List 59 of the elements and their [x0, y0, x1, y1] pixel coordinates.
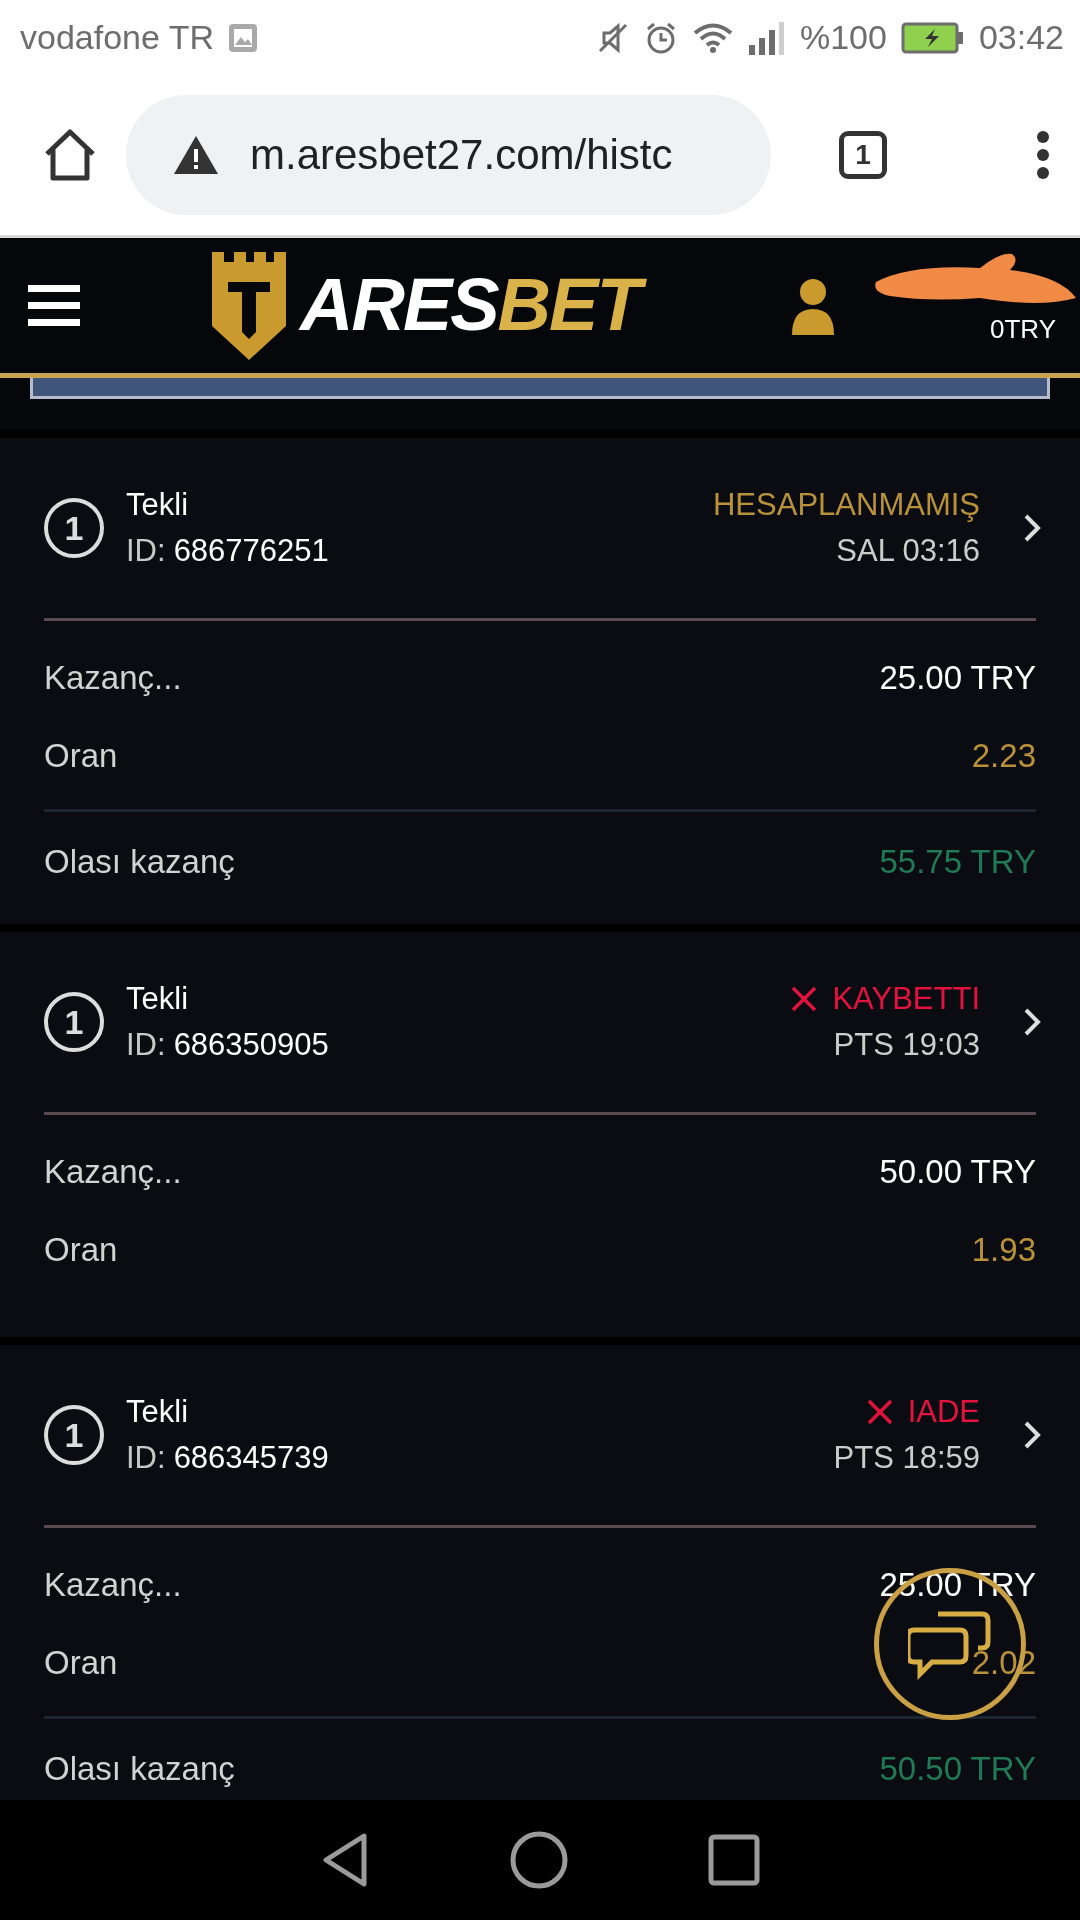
bet-type: Tekli: [126, 1394, 189, 1430]
brand-logo: ARESBET: [296, 261, 654, 350]
url-text: m.aresbet27.com/histc: [250, 131, 673, 179]
recents-icon[interactable]: [708, 1834, 760, 1886]
row-value: 1.93: [971, 1231, 1036, 1269]
count-badge: 1: [44, 1405, 104, 1465]
bet-status: IADE: [907, 1394, 980, 1430]
bet-status: KAYBETTI: [832, 981, 980, 1017]
battery-percent: %100: [799, 18, 887, 57]
id-label: ID:: [126, 1027, 166, 1063]
bet-card[interactable]: 1 Tekli ID: 686776251 HESAPLANMAMIŞ SAL 03:16 Kazanç... 25.00 TRY Oran 2.23 Olası kazanç 55.75 TRY: [0, 438, 1080, 924]
id-label: ID:: [126, 533, 166, 569]
back-icon[interactable]: [320, 1832, 370, 1888]
row-value: 25.00 TRY: [879, 659, 1036, 697]
chevron-right-icon[interactable]: [1022, 512, 1042, 544]
image-icon: [228, 22, 259, 53]
warning-icon: [172, 134, 220, 176]
signal-icon: [747, 20, 786, 55]
row-label: Olası kazanç: [44, 1750, 235, 1788]
balance: 0TRY: [989, 314, 1056, 345]
bet-id: 686776251: [173, 533, 329, 569]
row-label: Oran: [44, 1644, 118, 1682]
row-value: 50.00 TRY: [879, 1153, 1036, 1191]
clock: 03:42: [978, 18, 1064, 57]
bet-card[interactable]: 1 Tekli ID: 686350905 KAYBETTI PTS 19:03 Kazanç... 50.00 TRY Oran 1.93: [0, 932, 1080, 1337]
row-label: Oran: [44, 737, 118, 775]
address-bar[interactable]: m.aresbet27.com/histc: [126, 95, 771, 215]
bet-date: PTS 18:59: [833, 1440, 980, 1476]
battery-icon: [900, 21, 965, 54]
row-label: Kazanç...: [44, 659, 182, 697]
bet-type: Tekli: [126, 487, 189, 523]
row-label: Oran: [44, 1231, 118, 1269]
row-label: Olası kazanç: [44, 843, 235, 881]
row-value: 50.50 TRY: [879, 1750, 1036, 1788]
home-icon[interactable]: [510, 1831, 568, 1889]
row-value: 55.75 TRY: [879, 843, 1036, 881]
id-label: ID:: [126, 1440, 166, 1476]
bet-type: Tekli: [126, 981, 189, 1017]
bet-id: 686350905: [173, 1027, 329, 1063]
cross-icon: [865, 1398, 894, 1426]
cross-icon: [790, 985, 819, 1013]
bet-status: HESAPLANMAMIŞ: [713, 487, 980, 523]
tab-count-button[interactable]: 1: [839, 131, 887, 179]
menu-icon[interactable]: [28, 282, 80, 329]
user-icon[interactable]: [790, 276, 836, 335]
count-badge: 1: [44, 498, 104, 558]
row-label: Kazanç...: [44, 1566, 182, 1604]
carrier-name: vodafone TR: [20, 18, 215, 57]
chevron-right-icon[interactable]: [1022, 1419, 1042, 1451]
bet-date: PTS 19:03: [833, 1027, 980, 1063]
more-icon[interactable]: [1036, 130, 1050, 180]
row-label: Kazanç...: [44, 1153, 182, 1191]
chevron-right-icon[interactable]: [1022, 1006, 1042, 1038]
bet-date: SAL 03:16: [836, 533, 980, 569]
bet-id: 686345739: [173, 1440, 329, 1476]
row-value: 2.23: [971, 737, 1036, 775]
count-badge: 1: [44, 992, 104, 1052]
castle-shield-icon: [210, 249, 288, 362]
wifi-icon: [691, 21, 734, 54]
